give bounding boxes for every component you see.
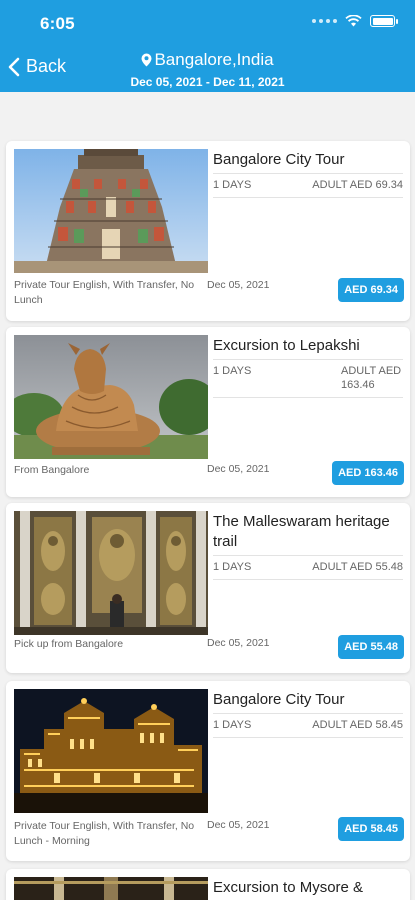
tour-adult-price: ADULT AED 58.45 <box>312 719 403 731</box>
tour-title: Bangalore City Tour <box>213 691 345 708</box>
tour-card[interactable]: Excursion to Lepakshi 1 DAYS ADULT AED 1… <box>6 327 410 497</box>
tour-days: 1 DAYS <box>213 179 252 191</box>
tour-title: Bangalore City Tour <box>213 151 345 168</box>
tour-date: Dec 05, 2021 <box>207 463 270 475</box>
tour-info-row: 1 DAYS ADULT AED 163.46 <box>213 359 403 398</box>
tour-image-carvings <box>14 511 208 635</box>
tour-note: Private Tour English, With Transfer, No … <box>14 820 195 847</box>
nandi-statue-image <box>14 335 208 459</box>
tour-card[interactable]: The Malleswaram heritage trail 1 DAYS AD… <box>6 503 410 673</box>
status-icons <box>312 15 398 27</box>
tour-card[interactable]: Excursion to Mysore & <box>6 869 410 900</box>
tour-date: Dec 05, 2021 <box>207 279 270 291</box>
header-center: Bangalore,India Dec 05, 2021 - Dec 11, 2… <box>0 50 415 89</box>
status-time: 6:05 <box>40 14 75 33</box>
palace-interior-image <box>14 877 208 900</box>
tour-adult-price: ADULT AED 163.46 <box>341 365 402 391</box>
illuminated-palace-image <box>14 689 208 813</box>
top-bar: 6:05 Back Bangalore,India Dec 05, 2021 -… <box>0 0 415 92</box>
battery-icon <box>370 15 398 27</box>
wifi-icon <box>345 15 362 27</box>
carved-temple-wall-image <box>14 511 208 635</box>
tour-title: Excursion to Mysore & <box>213 879 364 896</box>
tour-note: Pick up from Bangalore <box>14 638 124 650</box>
location-title: Bangalore,India <box>154 50 274 69</box>
tour-info-row: 1 DAYS ADULT AED 55.48 <box>213 555 403 580</box>
tour-adult-price: ADULT AED 69.34 <box>312 179 403 191</box>
tour-date: Dec 05, 2021 <box>207 637 270 649</box>
tour-date: Dec 05, 2021 <box>207 819 270 831</box>
tour-title: The Malleswaram heritage trail <box>213 513 390 550</box>
tour-info-row: 1 DAYS ADULT AED 69.34 <box>213 173 403 198</box>
temple-gopuram-image <box>14 149 208 273</box>
tour-adult-price: ADULT AED 55.48 <box>312 561 403 573</box>
page-title: Bangalore,India <box>141 50 274 70</box>
tour-card[interactable]: Bangalore City Tour 1 DAYS ADULT AED 58.… <box>6 681 410 861</box>
tour-title: Excursion to Lepakshi <box>213 337 360 354</box>
location-pin-icon <box>141 53 152 67</box>
tour-image-temple <box>14 149 208 273</box>
tour-days: 1 DAYS <box>213 365 252 377</box>
tour-note: Private Tour English, With Transfer, No … <box>14 279 195 306</box>
tour-info-row: 1 DAYS ADULT AED 58.45 <box>213 713 403 738</box>
price-button[interactable]: AED 58.45 <box>338 817 404 841</box>
tour-image-palace-interior <box>14 877 208 900</box>
price-button[interactable]: AED 55.48 <box>338 635 404 659</box>
tour-days: 1 DAYS <box>213 719 252 731</box>
tour-note: From Bangalore <box>14 464 90 476</box>
price-button[interactable]: AED 163.46 <box>332 461 404 485</box>
tour-days: 1 DAYS <box>213 561 252 573</box>
tour-image-palace <box>14 689 208 813</box>
tour-card[interactable]: Bangalore City Tour 1 DAYS ADULT AED 69.… <box>6 141 410 321</box>
date-range: Dec 05, 2021 - Dec 11, 2021 <box>130 75 285 89</box>
tour-image-nandi <box>14 335 208 459</box>
signal-icon <box>312 19 337 23</box>
price-button[interactable]: AED 69.34 <box>338 278 404 302</box>
